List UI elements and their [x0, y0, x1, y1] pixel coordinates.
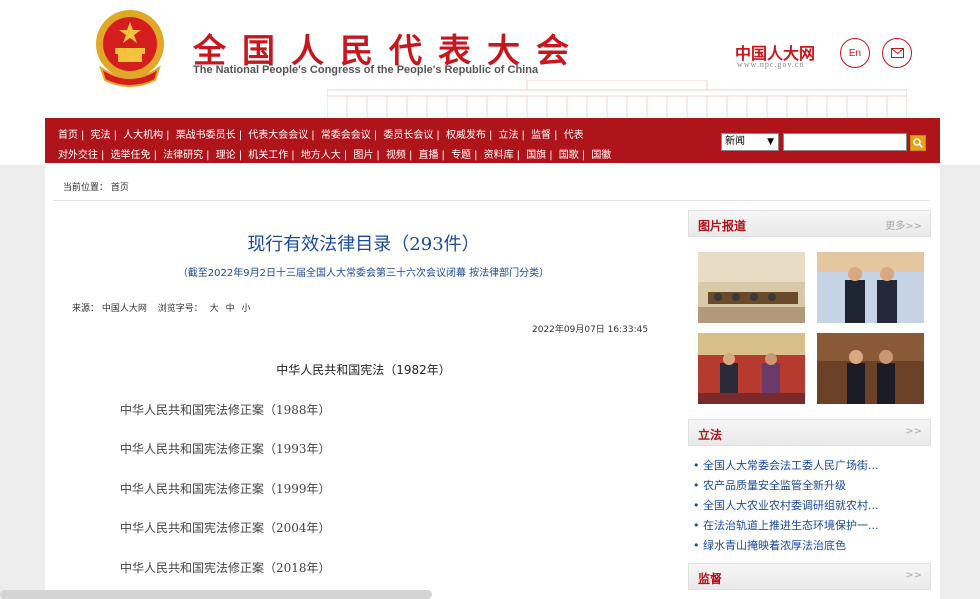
nav-item-topics[interactable]: 专题: [451, 150, 471, 161]
nav-item-releases[interactable]: 权威发布: [446, 130, 486, 141]
news-photo[interactable]: [698, 252, 805, 323]
legislation-news-list: • 全国人大常委会法工委人民广场街... • 农产品质量安全监管全新升级 • 全…: [693, 456, 933, 556]
nav-item-congress-sessions[interactable]: 代表大会会议: [248, 130, 308, 141]
nav-item-deputies[interactable]: 代表: [564, 130, 584, 141]
nav-item-videos[interactable]: 视频: [386, 150, 406, 161]
constitution-heading: 中华人民共和国宪法（1982年）: [276, 363, 451, 377]
divider: [53, 200, 930, 201]
nav-item-law-research[interactable]: 法律研究: [163, 150, 203, 161]
legislation-header: 立法 >>: [688, 419, 931, 446]
supervision-more-link[interactable]: >>: [905, 570, 922, 581]
great-hall-illustration: [327, 80, 907, 120]
article-subtitle: （截至2022年9月2日十三届全国人大常委会第三十六次会议闭幕 按法律部门分类）: [177, 268, 550, 279]
legislation-title: 立法: [698, 428, 723, 442]
nav-item-local-npc[interactable]: 地方人大: [301, 150, 341, 161]
article-title: 现行有效法律目录（293件）: [247, 234, 480, 255]
supervision-header: 监督 >>: [688, 563, 931, 590]
mail-icon: [890, 48, 904, 58]
amendment-link[interactable]: 中华人民共和国宪法修正案（1999年）: [120, 480, 331, 497]
list-item[interactable]: • 在法治轨道上推进生态环境保护一...: [693, 516, 933, 536]
photo-report-title: 图片报道: [698, 219, 747, 233]
font-size-label: 浏览字号：: [157, 304, 203, 314]
amendment-link[interactable]: 中华人民共和国宪法修正案（1993年）: [120, 440, 331, 457]
nav-item-theory[interactable]: 理论: [216, 150, 236, 161]
nav-item-home[interactable]: 首页: [58, 130, 78, 141]
page-container: 全国人民代表大会 The National People's Congress …: [45, 0, 940, 599]
nav-row-2: 对外交往 | 选举任免 | 法律研究 | 理论 | 机关工作 | 地方人大 | 图片 | 视频…: [58, 150, 612, 161]
list-item[interactable]: • 绿水青山掩映着浓厚法治底色: [693, 536, 933, 556]
nav-item-chairman[interactable]: 栗战书委员长: [176, 130, 236, 141]
article-meta: 来源： 中国人大网 浏览字号： 大 中 小: [72, 301, 250, 314]
nav-item-database[interactable]: 资料库: [484, 150, 514, 161]
photo-report-header: 图片报道 更多>>: [688, 210, 931, 237]
photo-report-more-link[interactable]: 更多>>: [885, 217, 922, 232]
nav-item-constitution[interactable]: 宪法: [91, 130, 111, 141]
nav-item-national-anthem[interactable]: 国歌: [559, 150, 579, 161]
nav-item-npc-organs[interactable]: 人大机构: [123, 130, 163, 141]
source-label: 来源：: [72, 304, 100, 314]
chevron-down-icon: ▼: [767, 137, 774, 147]
nav-item-supervision[interactable]: 监督: [531, 130, 551, 141]
source-value: 中国人大网: [101, 304, 147, 314]
site-title-en: The National People's Congress of the Pe…: [193, 64, 539, 76]
amendment-link[interactable]: 中华人民共和国宪法修正案（2004年）: [120, 519, 331, 536]
publish-date: 2022年09月07日 16:33:45: [532, 325, 649, 335]
list-item[interactable]: • 全国人大常委会法工委人民广场街...: [693, 456, 933, 476]
search-button[interactable]: [910, 135, 926, 151]
npc-url: www.npc.gov.cn: [737, 60, 805, 69]
mail-button[interactable]: [882, 38, 912, 68]
breadcrumb-home-link[interactable]: 首页: [111, 183, 129, 193]
search-category-select[interactable]: 新闻 ▼: [721, 133, 779, 151]
nav-item-legislation[interactable]: 立法: [499, 130, 519, 141]
horizontal-scrollbar[interactable]: [0, 590, 432, 599]
nav-item-standing-committee[interactable]: 常委会会议: [321, 130, 371, 141]
national-emblem-icon: [96, 10, 164, 87]
font-size-large-button[interactable]: 大: [210, 304, 219, 314]
amendment-link[interactable]: 中华人民共和国宪法修正案（1988年）: [120, 401, 331, 418]
news-photo[interactable]: [698, 333, 805, 404]
list-item[interactable]: • 全国人大农业农村委调研组就农村...: [693, 496, 933, 516]
main-nav: 首页 | 宪法 | 人大机构 | 栗战书委员长 | 代表大会会议 | 常委会会议 | 委员长…: [45, 118, 940, 163]
nav-item-national-emblem[interactable]: 国徽: [591, 150, 611, 161]
nav-row-1: 首页 | 宪法 | 人大机构 | 栗战书委员长 | 代表大会会议 | 常委会会议 | 委员长…: [58, 130, 584, 141]
legislation-more-link[interactable]: >>: [905, 426, 922, 437]
nav-item-organ-work[interactable]: 机关工作: [248, 150, 288, 161]
list-item[interactable]: • 农产品质量安全监管全新升级: [693, 476, 933, 496]
search-input[interactable]: [783, 133, 907, 151]
nav-item-elections[interactable]: 选举任免: [111, 150, 151, 161]
news-photo[interactable]: [817, 333, 924, 404]
photo-grid: [698, 252, 924, 404]
breadcrumb: 当前位置： 首页: [63, 180, 129, 193]
nav-item-chairmen-council[interactable]: 委员长会议: [383, 130, 433, 141]
breadcrumb-label: 当前位置：: [63, 183, 109, 193]
nav-item-national-flag[interactable]: 国旗: [526, 150, 546, 161]
nav-item-live[interactable]: 直播: [419, 150, 439, 161]
news-photo[interactable]: [817, 252, 924, 323]
english-button[interactable]: En: [840, 38, 870, 68]
font-size-small-button[interactable]: 小: [241, 304, 250, 314]
nav-item-pictures[interactable]: 图片: [353, 150, 373, 161]
amendment-link[interactable]: 中华人民共和国宪法修正案（2018年）: [120, 559, 331, 576]
search-category-value: 新闻: [725, 136, 745, 147]
font-size-medium-button[interactable]: 中: [226, 304, 235, 314]
search-icon: [913, 138, 923, 148]
supervision-title: 监督: [698, 572, 723, 586]
nav-item-foreign-exchange[interactable]: 对外交往: [58, 150, 98, 161]
